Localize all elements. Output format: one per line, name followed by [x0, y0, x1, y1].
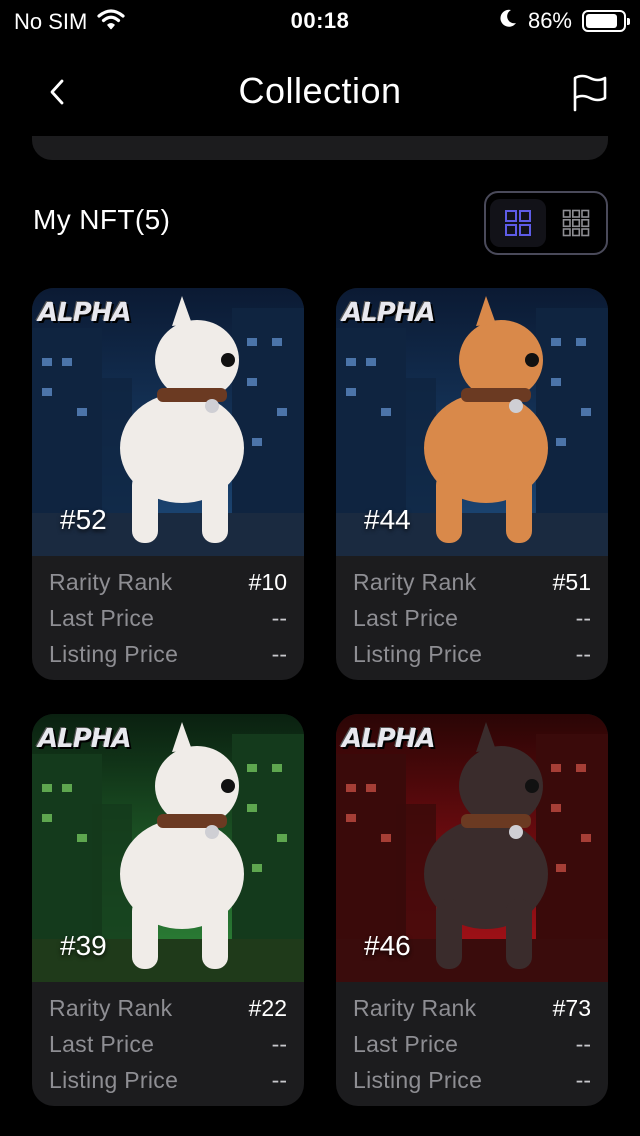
nft-info: Rarity Rank #10 Last Price -- Listing Pr… [32, 556, 304, 680]
moon-icon [498, 8, 518, 34]
listing-price-row: Listing Price -- [49, 1062, 287, 1098]
last-price-row: Last Price -- [49, 1026, 287, 1062]
nft-card[interactable]: ALPHA #46 Rarity Rank #73 Last Price -- … [336, 714, 608, 1106]
battery-percent: 86% [527, 8, 572, 33]
view-toggle [484, 191, 608, 255]
nft-card[interactable]: ALPHA #52 Rarity Rank #10 Last Price -- … [32, 288, 304, 680]
flag-icon [573, 74, 607, 112]
last-price-value: -- [271, 604, 287, 631]
listing-price-label: Listing Price [353, 1066, 483, 1093]
nft-info: Rarity Rank #22 Last Price -- Listing Pr… [32, 982, 304, 1106]
status-right: 86% [498, 8, 630, 34]
page-title: Collection [238, 70, 402, 111]
listing-price-label: Listing Price [49, 640, 179, 667]
nft-image: ALPHA #44 [336, 288, 608, 556]
nft-image: ALPHA #39 [32, 714, 304, 982]
listing-price-value: -- [575, 640, 591, 667]
nft-info: Rarity Rank #51 Last Price -- Listing Pr… [336, 556, 608, 680]
nft-image: ALPHA #52 [32, 288, 304, 556]
rarity-value: #51 [552, 568, 591, 595]
listing-price-row: Listing Price -- [353, 1062, 591, 1098]
small-grid-button[interactable] [548, 199, 604, 247]
grid-2x2-icon [505, 210, 531, 236]
last-price-value: -- [271, 1030, 287, 1057]
battery-fill [586, 14, 617, 28]
alpha-logo: ALPHA [38, 298, 132, 328]
report-button[interactable] [568, 70, 612, 114]
rarity-row: Rarity Rank #22 [49, 990, 287, 1026]
nft-card[interactable]: ALPHA #39 Rarity Rank #22 Last Price -- … [32, 714, 304, 1106]
alpha-logo: ALPHA [38, 724, 132, 754]
listing-price-value: -- [271, 640, 287, 667]
listing-price-row: Listing Price -- [353, 636, 591, 672]
listing-price-row: Listing Price -- [49, 636, 287, 672]
rarity-value: #10 [248, 568, 287, 595]
last-price-label: Last Price [49, 604, 155, 631]
listing-price-label: Listing Price [353, 640, 483, 667]
section-title: My NFT(5) [33, 204, 171, 235]
nft-image: ALPHA #46 [336, 714, 608, 982]
last-price-value: -- [575, 1030, 591, 1057]
rarity-label: Rarity Rank [353, 568, 477, 595]
status-bar: No SIM 00:18 86% [0, 0, 640, 40]
rarity-value: #73 [552, 994, 591, 1021]
last-price-label: Last Price [353, 604, 459, 631]
last-price-label: Last Price [49, 1030, 155, 1057]
last-price-row: Last Price -- [353, 600, 591, 636]
rarity-label: Rarity Rank [353, 994, 477, 1021]
listing-price-value: -- [271, 1066, 287, 1093]
rarity-row: Rarity Rank #51 [353, 564, 591, 600]
token-id: #39 [60, 930, 107, 961]
rarity-label: Rarity Rank [49, 994, 173, 1021]
alpha-logo: ALPHA [342, 724, 436, 754]
last-price-row: Last Price -- [49, 600, 287, 636]
collapsed-panel [32, 136, 608, 160]
nft-card[interactable]: ALPHA #44 Rarity Rank #51 Last Price -- … [336, 288, 608, 680]
token-id: #44 [364, 504, 411, 535]
grid-3x3-icon [562, 209, 590, 237]
rarity-row: Rarity Rank #73 [353, 990, 591, 1026]
rarity-label: Rarity Rank [49, 568, 173, 595]
battery-icon [582, 10, 630, 32]
large-grid-button[interactable] [490, 199, 546, 247]
last-price-label: Last Price [353, 1030, 459, 1057]
token-id: #46 [364, 930, 411, 961]
rarity-row: Rarity Rank #10 [49, 564, 287, 600]
rarity-value: #22 [248, 994, 287, 1021]
nav-bar: Collection [0, 50, 640, 134]
nft-info: Rarity Rank #73 Last Price -- Listing Pr… [336, 982, 608, 1106]
listing-price-label: Listing Price [49, 1066, 179, 1093]
last-price-value: -- [575, 604, 591, 631]
last-price-row: Last Price -- [353, 1026, 591, 1062]
listing-price-value: -- [575, 1066, 591, 1093]
alpha-logo: ALPHA [342, 298, 436, 328]
token-id: #52 [60, 504, 107, 535]
